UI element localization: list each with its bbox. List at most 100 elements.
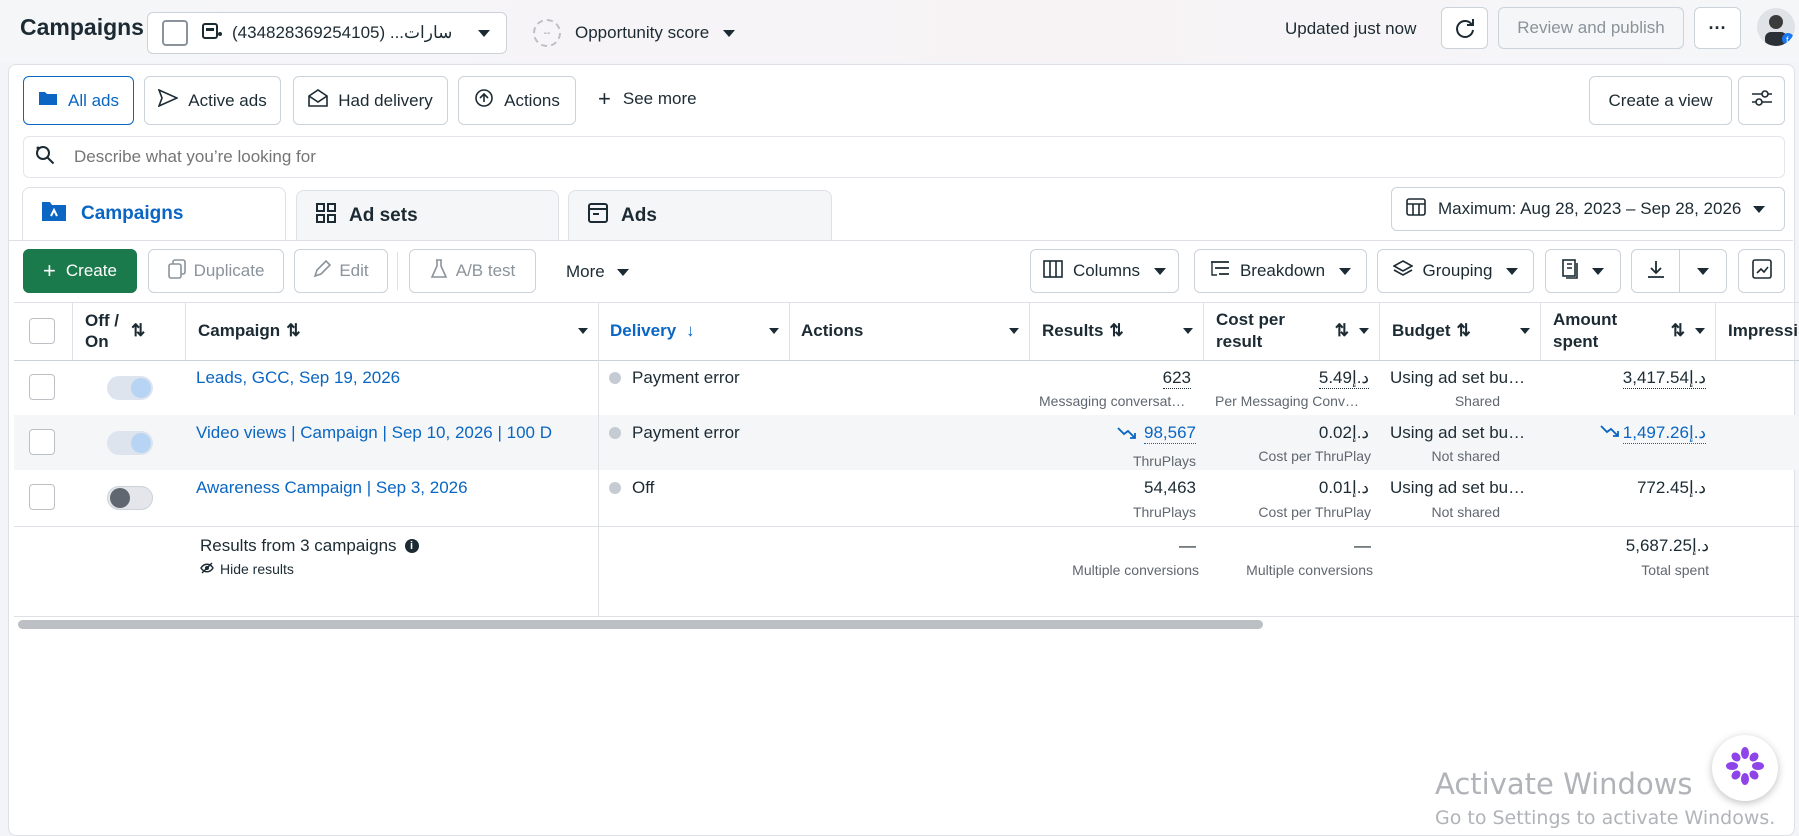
filter-all-ads[interactable]: All ads (23, 76, 134, 125)
more-options-button[interactable]: ··· (1694, 7, 1741, 49)
row-checkbox[interactable] (29, 429, 55, 455)
breakdown-button[interactable]: Breakdown (1194, 249, 1367, 293)
cost-per-result-type: Cost per ThruPlay (1258, 504, 1371, 520)
amount-spent-value[interactable]: د.إ3,417.54 (1622, 368, 1706, 389)
chevron-down-icon[interactable] (1009, 328, 1019, 334)
refresh-button[interactable] (1441, 7, 1488, 49)
summary-label-text: Results from 3 campaigns (200, 536, 397, 555)
opportunity-score[interactable]: -- Opportunity score (533, 12, 736, 54)
export-button[interactable] (1631, 249, 1680, 293)
column-header-off-on[interactable]: Off / On ⇅ (73, 302, 185, 360)
results-value[interactable]: 623 (1162, 368, 1191, 389)
tab-ads[interactable]: Ads (568, 190, 832, 240)
column-header-budget[interactable]: Budget ⇅ (1380, 302, 1540, 360)
filter-active-ads-label: Active ads (188, 90, 267, 110)
filter-active-ads[interactable]: Active ads (144, 76, 281, 125)
tab-ad-sets[interactable]: Ad sets (296, 190, 559, 240)
column-header-impressions[interactable]: Impressi (1716, 302, 1799, 360)
activate-windows-title: Activate Windows (1435, 767, 1693, 801)
column-header-actions[interactable]: Actions (789, 302, 1029, 360)
column-header-amount-spent[interactable]: Amount spent ⇅ (1541, 302, 1715, 360)
edit-label: Edit (339, 261, 369, 280)
grouping-label: Grouping (1422, 261, 1493, 280)
avatar[interactable]: f (1757, 8, 1795, 46)
chevron-down-icon[interactable] (1520, 328, 1530, 334)
campaign-toggle[interactable] (107, 486, 153, 510)
chevron-down-icon[interactable] (1183, 328, 1193, 334)
ab-test-button[interactable]: A/B test (409, 249, 536, 293)
amount-spent-value[interactable]: د.إ1,497.26 (1622, 423, 1706, 444)
customize-button[interactable] (1738, 76, 1785, 125)
search-bar[interactable] (23, 136, 1785, 178)
filter-had-delivery[interactable]: Had delivery (293, 76, 448, 125)
chevron-down-icon[interactable] (769, 328, 779, 334)
search-input[interactable] (72, 146, 1676, 168)
delivery-status-dot (609, 372, 621, 384)
results-value: 54,463 (1144, 478, 1196, 497)
toolbar-divider (8, 240, 1793, 241)
chevron-down-icon (1506, 267, 1519, 275)
column-header-results[interactable]: Results ⇅ (1030, 302, 1203, 360)
columns-button[interactable]: Columns (1030, 249, 1179, 293)
campaign-name-link[interactable]: Video views | Campaign | Sep 10, 2026 | … (196, 423, 552, 443)
duplicate-button[interactable]: Duplicate (148, 249, 284, 293)
column-header-off-on-line1: Off / (85, 311, 119, 330)
export-dropdown-button[interactable] (1679, 249, 1727, 293)
hide-results-link[interactable]: Hide results (200, 561, 294, 577)
cost-per-result-type: Cost per ThruPlay (1258, 448, 1371, 464)
column-header-cpr-line1: Cost per (1216, 310, 1285, 329)
sort-icon: ⇅ (1670, 321, 1685, 340)
see-more-label: See more (622, 89, 697, 108)
tab-campaigns-label: Campaigns (81, 203, 184, 224)
campaign-toggle[interactable] (107, 431, 153, 455)
charts-button[interactable] (1738, 249, 1785, 293)
column-header-campaign[interactable]: Campaign ⇅ (186, 302, 598, 360)
budget-value: Using ad set bu… (1390, 423, 1526, 442)
pencil-icon (313, 259, 332, 283)
horizontal-scrollbar[interactable] (18, 620, 1263, 629)
sort-icon: ⇅ (1109, 321, 1124, 340)
page-title: Campaigns (20, 14, 144, 40)
ad-icon (587, 202, 609, 230)
select-all-checkbox[interactable] (29, 318, 55, 344)
campaign-name-link[interactable]: Awareness Campaign | Sep 3, 2026 (196, 478, 468, 498)
filter-actions[interactable]: Actions (458, 76, 576, 125)
chevron-down-icon (616, 268, 629, 276)
tab-ad-sets-label: Ad sets (349, 204, 418, 226)
create-view-button[interactable]: Create a view (1589, 76, 1732, 125)
see-more-button[interactable]: + See more (598, 88, 697, 110)
campaign-name-link[interactable]: Leads, GCC, Sep 19, 2026 (196, 368, 400, 388)
sort-icon: ⇅ (1334, 321, 1349, 340)
filter-all-ads-label: All ads (67, 90, 120, 110)
tab-ads-label: Ads (621, 204, 657, 226)
campaign-toggle[interactable] (107, 376, 153, 400)
grouping-button[interactable]: Grouping (1377, 249, 1534, 293)
chart-trend-icon (1751, 258, 1772, 284)
assistant-button[interactable] (1712, 735, 1778, 801)
trend-down-icon (1600, 423, 1620, 444)
chevron-down-icon (723, 29, 736, 37)
chevron-down-icon[interactable] (1359, 328, 1369, 334)
tab-campaigns[interactable]: Campaigns (22, 187, 286, 240)
delivery-status-dot (609, 427, 621, 439)
columns-label: Columns (1072, 261, 1141, 280)
more-dropdown[interactable]: More (566, 262, 629, 282)
chevron-down-icon[interactable] (578, 328, 588, 334)
column-header-delivery[interactable]: Delivery ↓ (598, 302, 789, 360)
sort-icon: ⇅ (286, 321, 301, 340)
date-range-picker[interactable]: Maximum: Aug 28, 2023 – Sep 28, 2026 (1391, 187, 1785, 231)
chevron-down-icon[interactable] (1695, 328, 1705, 334)
info-icon[interactable]: i (404, 539, 419, 553)
create-button[interactable]: + Create (23, 249, 137, 293)
ad-account-icon (202, 22, 222, 45)
row-checkbox[interactable] (29, 484, 55, 510)
review-publish-button[interactable]: Review and publish (1498, 7, 1684, 49)
row-checkbox[interactable] (29, 374, 55, 400)
edit-button[interactable]: Edit (294, 249, 388, 293)
column-header-cost-per-result[interactable]: Cost per result ⇅ (1204, 302, 1379, 360)
results-value[interactable]: 98,567 (1144, 423, 1196, 444)
toolbar-separator (397, 252, 398, 290)
cost-per-result-value[interactable]: د.إ5.49 (1318, 368, 1369, 389)
reports-button[interactable] (1545, 249, 1621, 293)
account-selector[interactable]: (434828369254105) ...سارات (147, 12, 507, 54)
